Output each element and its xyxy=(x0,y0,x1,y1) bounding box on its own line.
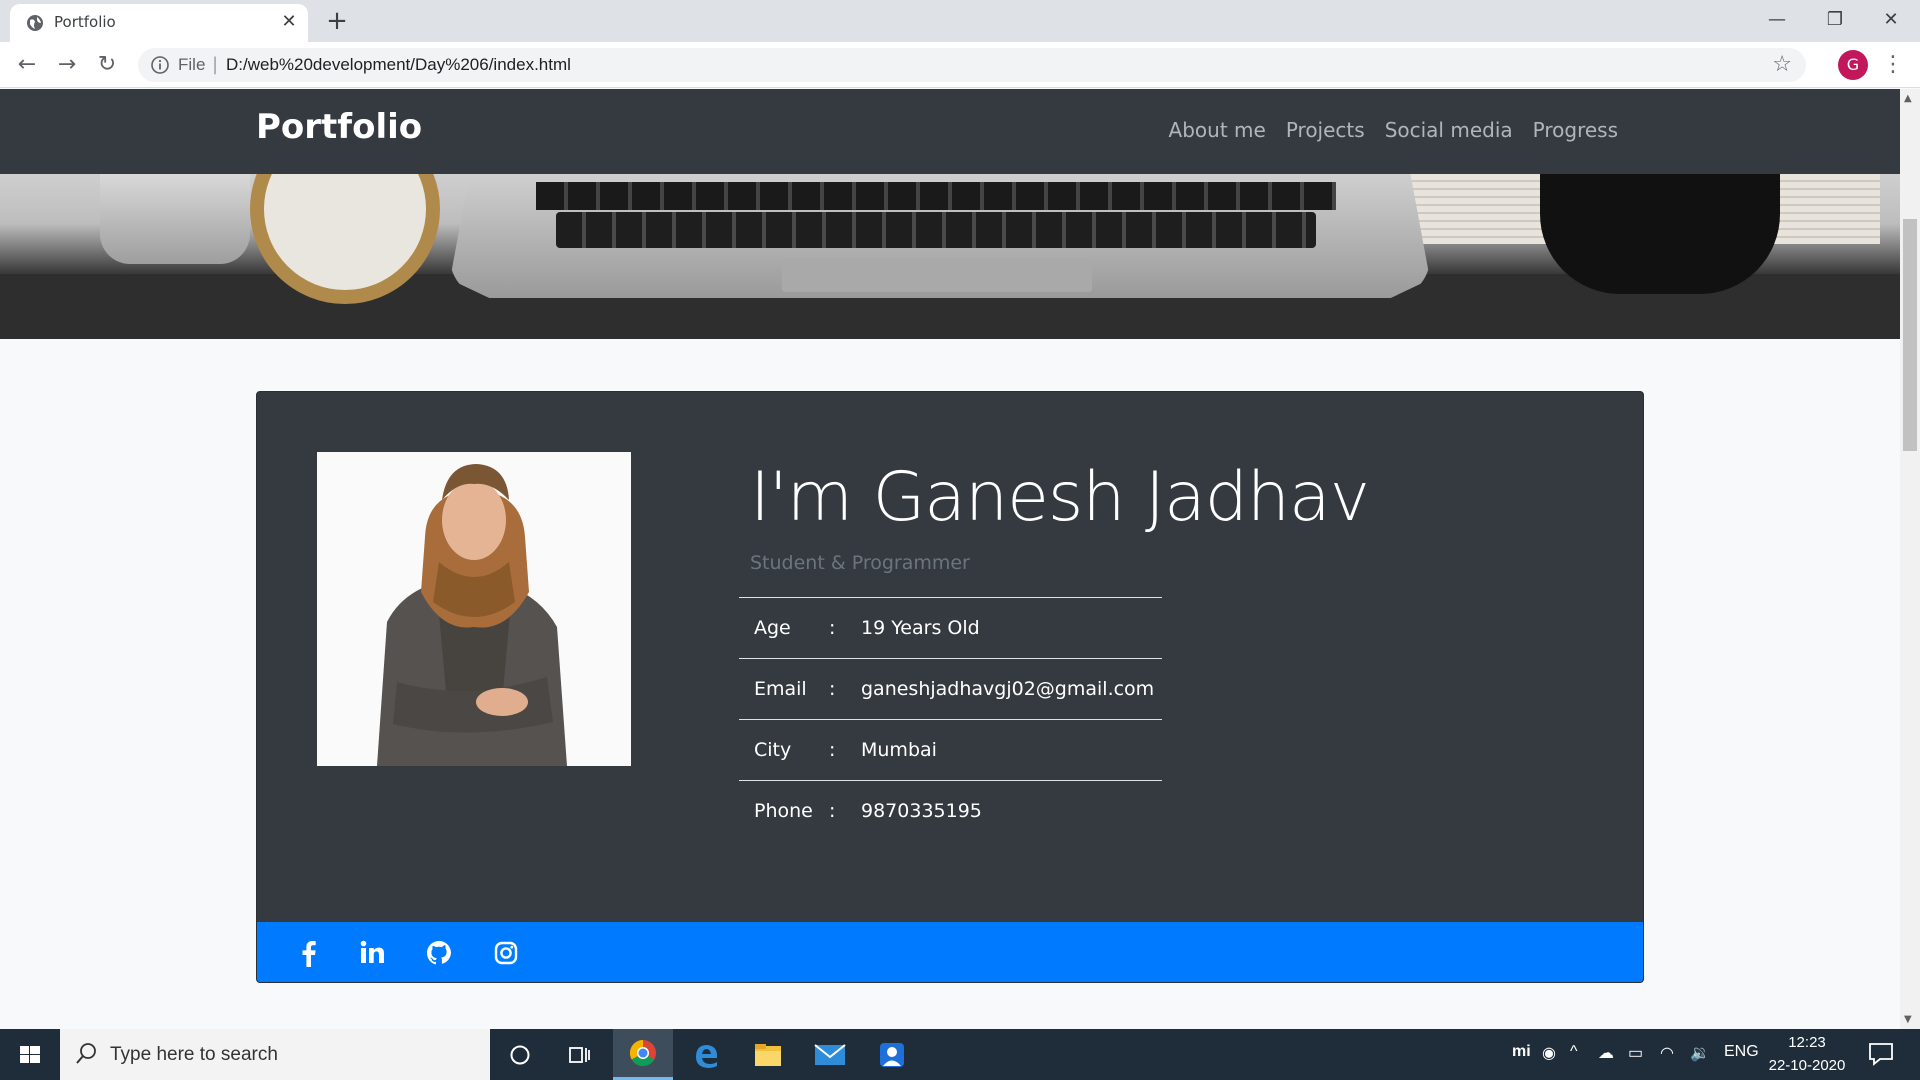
address-divider: | xyxy=(212,54,219,75)
facebook-icon[interactable] xyxy=(295,939,323,967)
info-separator: : xyxy=(829,780,861,842)
nav-link-progress[interactable]: Progress xyxy=(1533,118,1618,142)
windows-taskbar: Type here to search mi ◉ ^ ☁ ▭ ◠ 🔉 ENG 1… xyxy=(0,1029,1920,1080)
page-scrollbar[interactable]: ▲ ▼ xyxy=(1900,89,1920,1029)
cortana-icon[interactable] xyxy=(490,1029,550,1080)
profile-tagline: Student & Programmer xyxy=(750,552,970,574)
language-indicator[interactable]: ENG xyxy=(1724,1043,1759,1061)
site-navbar: Portfolio About me Projects Social media… xyxy=(0,89,1900,174)
sync-tray-icon[interactable]: ◉ xyxy=(1542,1043,1556,1063)
browser-tab-strip: Portfolio ✕ + — ❐ ✕ xyxy=(0,0,1920,42)
mail-icon[interactable] xyxy=(800,1029,860,1080)
linkedin-icon[interactable] xyxy=(358,939,386,967)
info-key: Age xyxy=(739,597,829,659)
browser-toolbar: ← → ↻ File | D:/web%20development/Day%20… xyxy=(0,42,1920,88)
info-key: Phone xyxy=(739,780,829,842)
address-scheme: File xyxy=(178,55,206,74)
table-row: Phone : 9870335195 xyxy=(739,780,1162,842)
info-value: 19 Years Old xyxy=(861,597,1162,659)
bookmark-star-icon[interactable]: ☆ xyxy=(1772,52,1792,77)
wifi-icon[interactable]: ◠ xyxy=(1660,1043,1674,1063)
browser-tab[interactable]: Portfolio ✕ xyxy=(10,4,308,42)
laptop-trackpad xyxy=(782,258,1092,292)
page-viewport: Portfolio About me Projects Social media… xyxy=(0,89,1900,1029)
minimize-icon[interactable]: — xyxy=(1748,0,1806,40)
back-arrow-icon[interactable]: ← xyxy=(14,52,40,78)
person-illustration xyxy=(317,452,631,766)
scroll-up-arrow-icon[interactable]: ▲ xyxy=(1904,93,1912,104)
scrollbar-thumb[interactable] xyxy=(1903,219,1917,451)
forward-arrow-icon[interactable]: → xyxy=(54,52,80,78)
nav-link-projects[interactable]: Projects xyxy=(1286,118,1365,142)
table-row: Email : ganeshjadhavgj02@gmail.com xyxy=(739,658,1162,720)
profile-name: I'm Ganesh Jadhav xyxy=(750,458,1370,537)
search-icon xyxy=(76,1043,96,1064)
info-value: ganeshjadhavgj02@gmail.com xyxy=(861,658,1162,720)
reload-icon[interactable]: ↻ xyxy=(94,52,120,78)
battery-icon[interactable]: ▭ xyxy=(1628,1043,1643,1063)
info-key: City xyxy=(739,719,829,781)
taskbar-search[interactable]: Type here to search xyxy=(60,1029,490,1080)
windows-logo-icon xyxy=(20,1046,40,1063)
mug-shape xyxy=(1540,174,1780,294)
profile-avatar[interactable]: G xyxy=(1838,50,1868,80)
edge-taskbar-icon[interactable] xyxy=(676,1029,736,1080)
new-tab-icon[interactable]: + xyxy=(322,6,352,36)
close-tab-icon[interactable]: ✕ xyxy=(278,11,300,33)
app-store-icon[interactable] xyxy=(862,1029,922,1080)
taskbar-time[interactable]: 12:23 xyxy=(1772,1034,1842,1051)
profile-info-table: Age : 19 Years Old Email : ganeshjadhavg… xyxy=(739,597,1162,842)
nav-link-social-media[interactable]: Social media xyxy=(1385,118,1513,142)
nav-links: About me Projects Social media Progress xyxy=(1169,118,1618,142)
info-separator: : xyxy=(829,658,861,720)
window-close-icon[interactable]: ✕ xyxy=(1862,0,1920,40)
start-button[interactable] xyxy=(0,1029,60,1080)
tab-title: Portfolio xyxy=(54,13,116,31)
volume-icon[interactable]: 🔉 xyxy=(1690,1043,1710,1063)
clock-stand-shape xyxy=(100,174,250,264)
scroll-down-arrow-icon[interactable]: ▼ xyxy=(1904,1014,1912,1025)
task-view-icon[interactable] xyxy=(550,1029,610,1080)
nav-link-about-me[interactable]: About me xyxy=(1169,118,1266,142)
notification-icon[interactable] xyxy=(1868,1042,1894,1066)
menu-kebab-icon[interactable]: ⋮ xyxy=(1882,50,1904,80)
taskbar-date[interactable]: 22-10-2020 xyxy=(1764,1057,1850,1074)
info-separator: : xyxy=(829,597,861,659)
globe-icon xyxy=(27,15,43,31)
hero-banner-image xyxy=(0,174,1900,339)
profile-photo xyxy=(317,452,631,766)
info-value: Mumbai xyxy=(861,719,1162,781)
chrome-taskbar-icon[interactable] xyxy=(613,1029,673,1080)
table-row: Age : 19 Years Old xyxy=(739,597,1162,659)
profile-card: I'm Ganesh Jadhav Student & Programmer A… xyxy=(256,391,1644,983)
mi-tray-icon[interactable]: mi xyxy=(1512,1043,1531,1061)
info-value: 9870335195 xyxy=(861,780,1162,842)
table-row: City : Mumbai xyxy=(739,719,1162,781)
restore-icon[interactable]: ❐ xyxy=(1806,0,1864,40)
chevron-up-icon[interactable]: ^ xyxy=(1570,1043,1578,1061)
social-footer xyxy=(257,922,1643,982)
laptop-keyboard xyxy=(556,212,1316,248)
laptop-keyboard-top xyxy=(536,182,1336,210)
info-separator: : xyxy=(829,719,861,781)
search-placeholder: Type here to search xyxy=(110,1044,278,1065)
onedrive-icon[interactable]: ☁ xyxy=(1598,1043,1614,1063)
address-url[interactable]: D:/web%20development/Day%206/index.html xyxy=(226,55,571,75)
github-icon[interactable] xyxy=(425,939,453,967)
navbar-brand[interactable]: Portfolio xyxy=(256,107,422,147)
info-key: Email xyxy=(739,658,829,720)
info-icon[interactable] xyxy=(150,55,170,75)
file-explorer-icon[interactable] xyxy=(738,1029,798,1080)
address-bar[interactable]: File | D:/web%20development/Day%206/inde… xyxy=(138,48,1806,82)
instagram-icon[interactable] xyxy=(492,939,520,967)
